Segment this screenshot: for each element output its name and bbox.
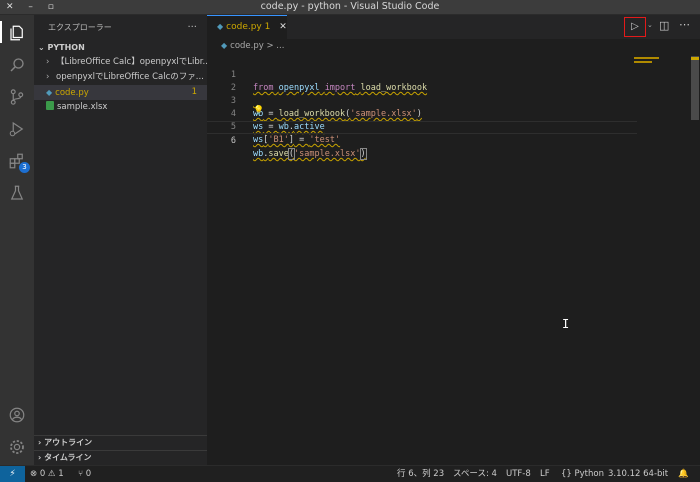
tab-problems-count: 1 — [264, 22, 271, 32]
problems-status[interactable]: ⊗ 0 ⚠ 1 — [30, 466, 64, 482]
tree-item-label: code.py — [55, 88, 89, 98]
explorer-icon[interactable] — [7, 23, 27, 43]
lightbulb-icon[interactable]: 💡 — [253, 105, 264, 118]
python-file-icon: ◆ — [46, 88, 53, 97]
scrollbar-warning-marker — [691, 57, 699, 60]
remote-indicator-icon[interactable]: ⚡ — [0, 466, 25, 482]
ports-status[interactable]: ⑂ 0 — [78, 466, 91, 482]
source-control-icon[interactable] — [7, 87, 27, 107]
tab-bar: ◆ code.py 1 ✕ ▷ ⌄ ◫ ⋯ — [207, 15, 700, 39]
editor-more-actions-icon[interactable]: ⋯ — [679, 18, 690, 31]
close-icon[interactable]: ✕ — [279, 22, 287, 32]
explorer-sidebar: エクスプローラー ··· ⌄ PYTHON › 【LibreOffice Calc… — [34, 15, 207, 465]
explorer-title: エクスプローラー — [48, 23, 112, 32]
string-value: 'test' — [309, 135, 341, 145]
tree-item-sample-xlsx[interactable]: sample.xlsx — [34, 100, 207, 115]
breadcrumb-path: code.py > ... — [230, 41, 285, 51]
operator-assign: = — [293, 135, 310, 145]
code-line-4: 4 ws = wb.active — [207, 95, 637, 132]
testing-flask-icon[interactable] — [7, 183, 27, 203]
indentation[interactable]: スペース: 4 — [453, 466, 497, 482]
scrollbar-thumb[interactable] — [691, 56, 699, 120]
outline-label: アウトライン — [44, 438, 93, 447]
active-indicator — [0, 21, 2, 43]
notifications-bell-icon[interactable]: 🔔 — [678, 466, 689, 482]
tab-code-py[interactable]: ◆ code.py 1 ✕ — [207, 15, 287, 39]
minimap-line — [634, 61, 652, 63]
tree-item-libreoffice-folder-2[interactable]: › openpyxlでLibreOffice Calcのファ... — [34, 70, 207, 85]
excel-file-icon — [46, 101, 54, 110]
code-line-3: 3 wb = load_workbook('sample.xlsx') — [207, 82, 637, 119]
code-editor[interactable]: 1 from openpyxl import load_workbook 2 3… — [207, 56, 637, 160]
run-dropdown-chevron-icon[interactable]: ⌄ — [647, 21, 653, 29]
end-of-line[interactable]: LF — [540, 466, 550, 482]
line-number: 6 — [230, 136, 236, 146]
breadcrumb[interactable]: ◆ code.py > ... — [207, 39, 700, 53]
chevron-down-icon: ⌄ — [38, 43, 48, 52]
code-line-2: 2 — [207, 69, 637, 93]
tree-item-code-py[interactable]: ◆ code.py 1 — [34, 85, 207, 100]
tab-label: code.py — [226, 22, 262, 32]
settings-gear-icon[interactable] — [7, 437, 27, 457]
tree-item-label: openpyxlでLibreOffice Calcのファ... — [56, 72, 204, 82]
tree-item-label: sample.xlsx — [57, 102, 108, 112]
explorer-header: エクスプローラー ··· — [34, 15, 207, 41]
tree-item-label: 【LibreOffice Calc】openpyxlでLibr... — [56, 57, 207, 67]
language-label: Python — [574, 469, 604, 479]
timeline-label: タイムライン — [44, 453, 92, 462]
mouse-cursor-icon: I — [562, 317, 570, 331]
code-line-6: 6 wb.save('sample.xlsx') — [207, 121, 637, 160]
split-editor-icon[interactable]: ◫ — [659, 19, 669, 32]
problems-count: 1 — [191, 87, 197, 97]
run-debug-icon[interactable] — [7, 119, 27, 139]
account-icon[interactable] — [7, 405, 27, 425]
title-bar: ✕ – ▫ code.py - python - Visual Studio C… — [0, 0, 700, 15]
activity-bar: 3 — [0, 15, 34, 465]
folder-label: PYTHON — [47, 43, 85, 52]
code-line-1: 1 from openpyxl import load_workbook — [207, 56, 637, 93]
string-literal: 'sample.xlsx' — [293, 149, 361, 159]
paren-close: ) — [359, 148, 367, 160]
extensions-icon[interactable]: 3 — [7, 151, 30, 173]
python-interpreter[interactable]: 3.10.12 64-bit — [608, 466, 668, 482]
call-save: save — [268, 149, 289, 159]
status-bar: ⚡ ⊗ 0 ⚠ 1 ⑂ 0 行 6、列 23 スペース: 4 UTF-8 LF … — [0, 465, 700, 482]
timeline-section[interactable]: › タイムライン — [34, 450, 207, 464]
language-mode[interactable]: {} Python — [561, 466, 604, 482]
var-ws: ws — [253, 135, 264, 145]
chevron-right-icon: › — [46, 57, 50, 67]
var-wb: wb — [253, 149, 264, 159]
search-icon[interactable] — [7, 55, 27, 75]
tree-item-libreoffice-folder-1[interactable]: › 【LibreOffice Calc】openpyxlでLibr... — [34, 55, 207, 70]
chevron-right-icon: › — [46, 72, 50, 82]
cursor-position[interactable]: 行 6、列 23 — [397, 466, 444, 482]
workspace-folder[interactable]: ⌄ PYTHON — [34, 41, 207, 55]
code-line-5: 5 ws['B1'] = 'test' 💡 — [207, 105, 637, 145]
outline-section[interactable]: › アウトライン — [34, 435, 207, 449]
editor-area: ◆ code.py 1 ✕ ▷ ⌄ ◫ ⋯ ◆ code.py > ... 1 fr… — [207, 15, 700, 465]
braces-icon: {} — [561, 469, 575, 479]
window-title: code.py - python - Visual Studio Code — [260, 1, 440, 12]
extensions-badge: 3 — [19, 162, 30, 173]
encoding[interactable]: UTF-8 — [506, 466, 531, 482]
python-file-icon: ◆ — [221, 41, 228, 50]
play-icon: ▷ — [631, 21, 639, 32]
string-key: 'B1' — [268, 135, 289, 145]
run-python-file-button[interactable]: ▷ — [624, 17, 646, 37]
more-actions-icon[interactable]: ··· — [187, 15, 197, 41]
minimap-line — [634, 57, 659, 59]
python-file-icon: ◆ — [217, 22, 224, 31]
